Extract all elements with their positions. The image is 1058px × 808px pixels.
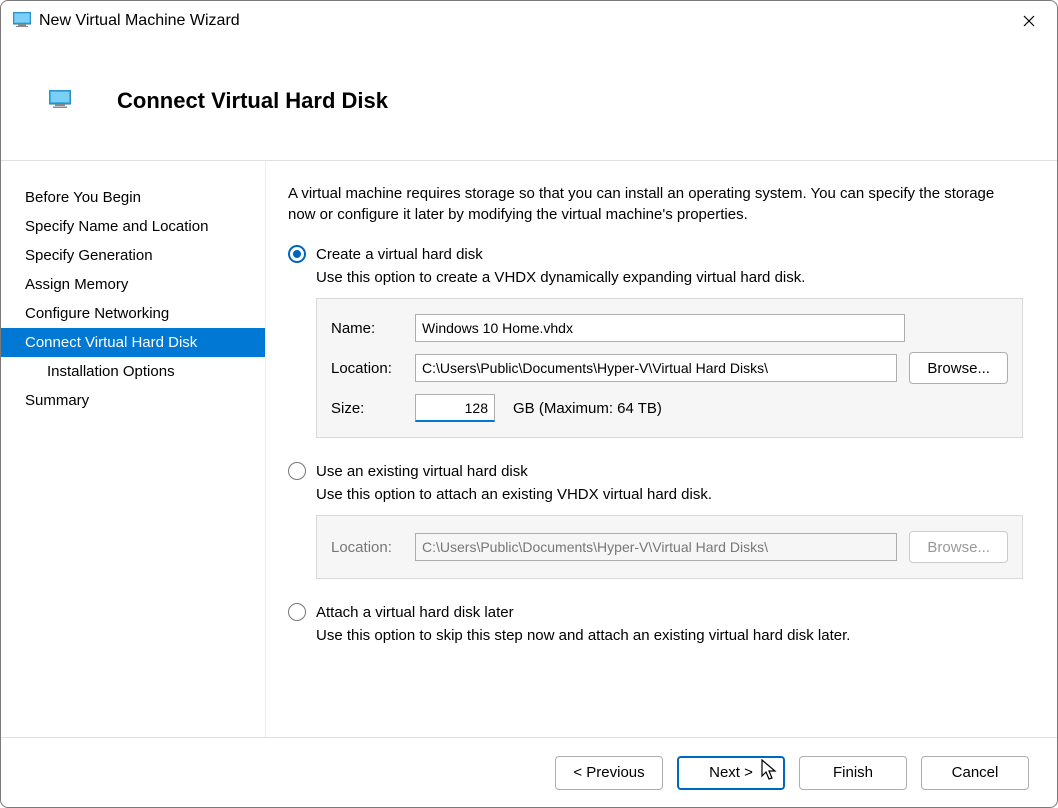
titlebar: New Virtual Machine Wizard	[1, 1, 1057, 41]
step-summary[interactable]: Summary	[1, 386, 265, 415]
existing-location-label: Location:	[331, 539, 403, 556]
step-before-you-begin[interactable]: Before You Begin	[1, 183, 265, 212]
page-title: Connect Virtual Hard Disk	[117, 88, 388, 114]
radio-attach-later[interactable]	[288, 603, 306, 621]
close-button[interactable]	[1009, 3, 1049, 39]
wizard-content: A virtual machine requires storage so th…	[266, 161, 1057, 737]
option-attach-later: Attach a virtual hard disk later Use thi…	[288, 603, 1023, 644]
next-button[interactable]: Next >	[677, 756, 785, 790]
radio-attach-later-label: Attach a virtual hard disk later	[316, 604, 514, 621]
browse-location-button[interactable]: Browse...	[909, 352, 1008, 384]
radio-create-vhd-label: Create a virtual hard disk	[316, 246, 483, 263]
name-label: Name:	[331, 320, 403, 337]
wizard-window: New Virtual Machine Wizard Connect Virtu…	[0, 0, 1058, 808]
radio-existing-vhd-label: Use an existing virtual hard disk	[316, 463, 528, 480]
step-configure-networking[interactable]: Configure Networking	[1, 299, 265, 328]
finish-button[interactable]: Finish	[799, 756, 907, 790]
existing-location-input	[415, 533, 897, 561]
option-create-vhd: Create a virtual hard disk Use this opti…	[288, 245, 1023, 438]
vhd-name-input[interactable]	[415, 314, 905, 342]
create-vhd-desc: Use this option to create a VHDX dynamic…	[316, 269, 1023, 286]
existing-vhd-fields: Location: Browse...	[316, 515, 1023, 579]
location-label: Location:	[331, 360, 403, 377]
previous-button[interactable]: < Previous	[555, 756, 663, 790]
step-specify-name[interactable]: Specify Name and Location	[1, 212, 265, 241]
wizard-header: Connect Virtual Hard Disk	[1, 41, 1057, 161]
size-hint: GB (Maximum: 64 TB)	[513, 400, 662, 417]
step-connect-vhd[interactable]: Connect Virtual Hard Disk	[1, 328, 265, 357]
step-specify-generation[interactable]: Specify Generation	[1, 241, 265, 270]
step-assign-memory[interactable]: Assign Memory	[1, 270, 265, 299]
intro-text: A virtual machine requires storage so th…	[288, 183, 1023, 225]
cancel-button[interactable]: Cancel	[921, 756, 1029, 790]
attach-later-desc: Use this option to skip this step now an…	[316, 627, 1023, 644]
radio-create-vhd[interactable]	[288, 245, 306, 263]
vhd-location-input[interactable]	[415, 354, 897, 382]
browse-existing-button: Browse...	[909, 531, 1008, 563]
wizard-steps-sidebar: Before You Begin Specify Name and Locati…	[1, 161, 266, 737]
header-icon	[49, 90, 71, 112]
wizard-footer: < Previous Next > Finish Cancel	[1, 737, 1057, 807]
window-title: New Virtual Machine Wizard	[39, 12, 1009, 30]
option-existing-vhd: Use an existing virtual hard disk Use th…	[288, 462, 1023, 579]
size-label: Size:	[331, 400, 403, 417]
app-icon	[13, 12, 31, 31]
wizard-body: Before You Begin Specify Name and Locati…	[1, 161, 1057, 737]
radio-existing-vhd[interactable]	[288, 462, 306, 480]
step-installation-options[interactable]: Installation Options	[1, 357, 265, 386]
create-vhd-fields: Name: Location: Browse... Size: GB (Maxi…	[316, 298, 1023, 438]
existing-vhd-desc: Use this option to attach an existing VH…	[316, 486, 1023, 503]
vhd-size-input[interactable]	[415, 394, 495, 422]
